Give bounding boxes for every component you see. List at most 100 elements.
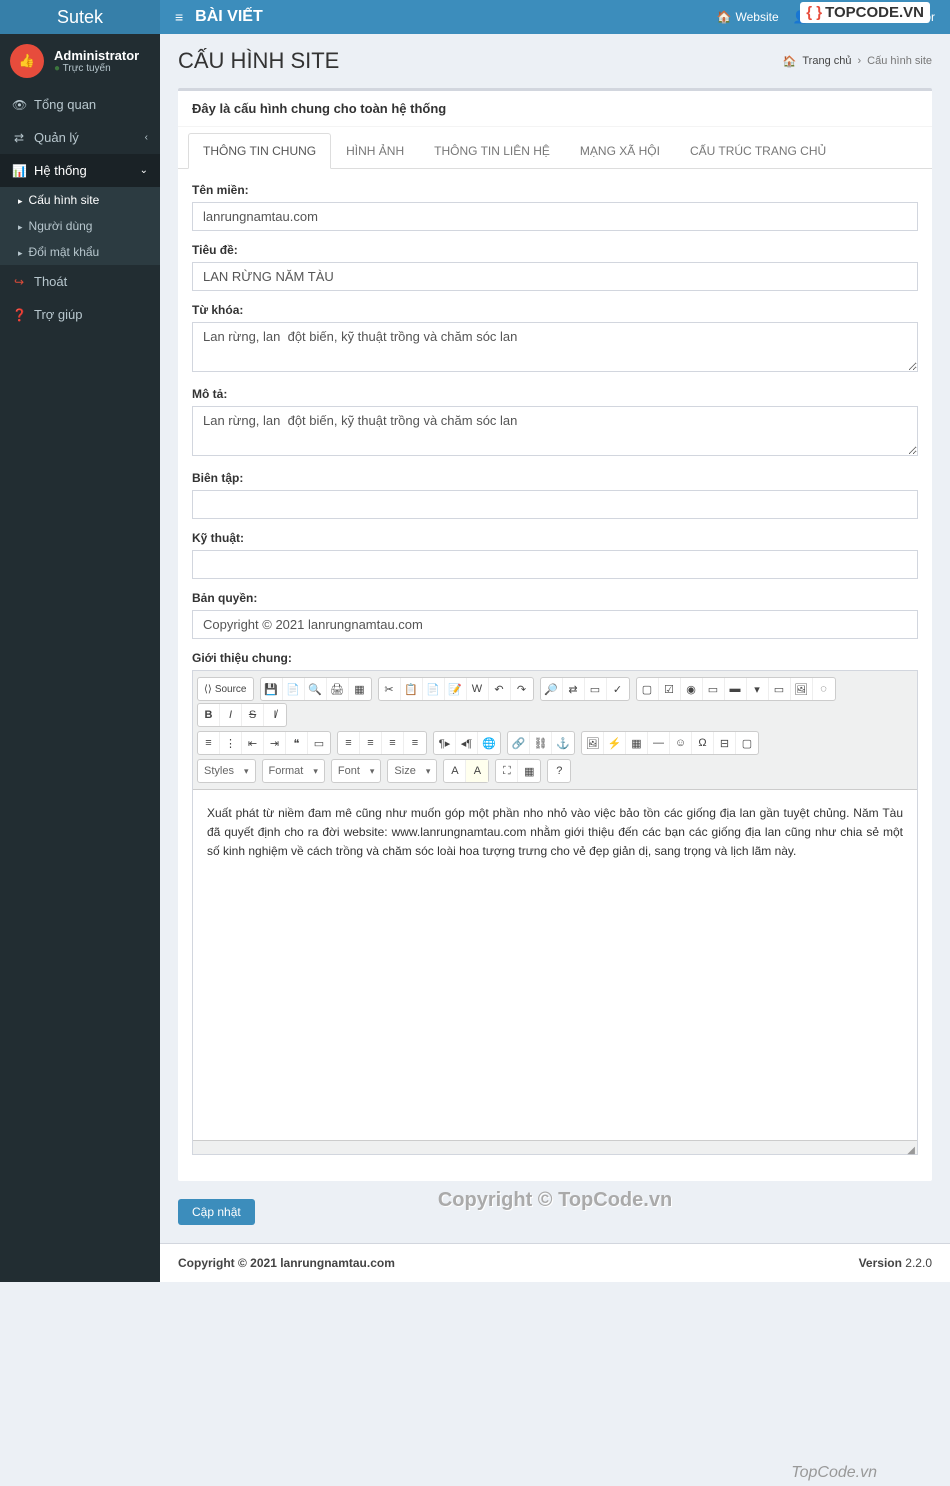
tech-label: Kỹ thuật: xyxy=(192,531,918,545)
undo-icon[interactable]: ↶ xyxy=(489,678,511,700)
replace-icon[interactable]: ⇄ xyxy=(563,678,585,700)
paste-text-icon[interactable]: 📝 xyxy=(445,678,467,700)
numberlist-icon[interactable]: ≡ xyxy=(198,732,220,754)
div-icon[interactable]: ▭ xyxy=(308,732,330,754)
tab-general[interactable]: THÔNG TIN CHUNG xyxy=(188,133,331,169)
pagebreak-icon[interactable]: ⊟ xyxy=(714,732,736,754)
newpage-icon[interactable]: 📄 xyxy=(283,678,305,700)
unlink-icon[interactable]: ⛓ xyxy=(530,732,552,754)
editor-input[interactable] xyxy=(192,490,918,519)
tab-image[interactable]: HÌNH ẢNH xyxy=(331,133,419,169)
rtl-icon[interactable]: ◂¶ xyxy=(456,732,478,754)
paste-word-icon[interactable]: W xyxy=(467,678,489,700)
submenu-change-password[interactable]: ▸Đổi mật khẩu xyxy=(0,239,160,265)
submit-button[interactable]: Cập nhật xyxy=(178,1199,255,1225)
alignright-icon[interactable]: ≡ xyxy=(382,732,404,754)
template-icon[interactable]: ▦ xyxy=(349,678,371,700)
editor-resize[interactable] xyxy=(193,1140,917,1154)
breadcrumb-current: Cấu hình site xyxy=(867,55,932,67)
copy-icon[interactable]: 📋 xyxy=(401,678,423,700)
form-icon[interactable]: ▢ xyxy=(637,678,659,700)
caret-icon: ▸ xyxy=(18,196,23,206)
dashboard-icon: 🏠 xyxy=(783,55,797,68)
justify-icon[interactable]: ≡ xyxy=(404,732,426,754)
aligncenter-icon[interactable]: ≡ xyxy=(360,732,382,754)
submenu-users[interactable]: ▸Người dùng xyxy=(0,213,160,239)
textfield-icon[interactable]: ▭ xyxy=(703,678,725,700)
title-input[interactable] xyxy=(192,262,918,291)
tab-structure[interactable]: CẤU TRÚC TRANG CHỦ xyxy=(675,133,841,169)
blockquote-icon[interactable]: ❝ xyxy=(286,732,308,754)
desc-input[interactable]: Lan rừng, lan đột biến, kỹ thuật trồng v… xyxy=(192,406,918,456)
website-link[interactable]: 🏠Website xyxy=(717,10,779,24)
chart-icon: 📊 xyxy=(12,164,26,178)
strike-icon[interactable]: S xyxy=(242,704,264,726)
preview-icon[interactable]: 🔍 xyxy=(305,678,327,700)
sidebar-item-manage[interactable]: ⇄Quản lý‹ xyxy=(0,121,160,154)
paste-icon[interactable]: 📄 xyxy=(423,678,445,700)
tab-social[interactable]: MẠNG XÃ HỘI xyxy=(565,133,675,169)
sidebar-item-overview[interactable]: 👁Tổng quan xyxy=(0,88,160,121)
cut-icon[interactable]: ✂ xyxy=(379,678,401,700)
chevron-left-icon: ‹ xyxy=(145,132,148,143)
smiley-icon[interactable]: ☺ xyxy=(670,732,692,754)
submenu-site-config[interactable]: ▸Cấu hình site xyxy=(0,187,160,213)
ltr-icon[interactable]: ¶▸ xyxy=(434,732,456,754)
eye-icon: 👁 xyxy=(12,98,26,112)
menu-toggle-icon[interactable]: ≡ xyxy=(175,9,183,25)
find-icon[interactable]: 🔎 xyxy=(541,678,563,700)
image-btn-icon[interactable]: 🖼 xyxy=(791,678,813,700)
save-icon[interactable]: 💾 xyxy=(261,678,283,700)
showblocks-icon[interactable]: ▦ xyxy=(518,760,540,782)
spellcheck-icon[interactable]: ✓ xyxy=(607,678,629,700)
format-select[interactable]: Format xyxy=(262,759,325,783)
radio-icon[interactable]: ◉ xyxy=(681,678,703,700)
textarea-icon[interactable]: ▬ xyxy=(725,678,747,700)
logo[interactable]: Sutek xyxy=(0,0,160,34)
hidden-icon[interactable]: ◌ xyxy=(813,678,835,700)
domain-label: Tên miền: xyxy=(192,183,918,197)
size-select[interactable]: Size xyxy=(387,759,437,783)
tech-input[interactable] xyxy=(192,550,918,579)
breadcrumb-home[interactable]: Trang chủ xyxy=(802,55,851,67)
specialchar-icon[interactable]: Ω xyxy=(692,732,714,754)
font-select[interactable]: Font xyxy=(331,759,382,783)
italic-icon[interactable]: I xyxy=(220,704,242,726)
copyright-input[interactable] xyxy=(192,610,918,639)
indent-icon[interactable]: ⇥ xyxy=(264,732,286,754)
table-icon[interactable]: ▦ xyxy=(626,732,648,754)
source-button[interactable]: ⟨⟩ Source xyxy=(198,678,253,700)
removeformat-icon[interactable]: I̸ xyxy=(264,704,286,726)
selectall-icon[interactable]: ▭ xyxy=(585,678,607,700)
styles-select[interactable]: Styles xyxy=(197,759,256,783)
domain-input[interactable] xyxy=(192,202,918,231)
flash-icon[interactable]: ⚡ xyxy=(604,732,626,754)
button-icon[interactable]: ▭ xyxy=(769,678,791,700)
bulletlist-icon[interactable]: ⋮ xyxy=(220,732,242,754)
link-icon[interactable]: 🔗 xyxy=(508,732,530,754)
image-icon[interactable]: 🖼 xyxy=(582,732,604,754)
hr-icon[interactable]: — xyxy=(648,732,670,754)
tab-contact[interactable]: THÔNG TIN LIÊN HỆ xyxy=(419,133,565,169)
alignleft-icon[interactable]: ≡ xyxy=(338,732,360,754)
redo-icon[interactable]: ↷ xyxy=(511,678,533,700)
bold-icon[interactable]: B xyxy=(198,704,220,726)
select-icon[interactable]: ▾ xyxy=(747,678,769,700)
language-icon[interactable]: 🌐 xyxy=(478,732,500,754)
outdent-icon[interactable]: ⇤ xyxy=(242,732,264,754)
iframe-icon[interactable]: ▢ xyxy=(736,732,758,754)
sidebar-item-system[interactable]: 📊Hệ thống⌄ xyxy=(0,154,160,187)
anchor-icon[interactable]: ⚓ xyxy=(552,732,574,754)
editor-body[interactable]: Xuất phát từ niềm đam mê cũng như muốn g… xyxy=(193,790,917,1140)
about-icon[interactable]: ? xyxy=(548,760,570,782)
maximize-icon[interactable]: ⛶ xyxy=(496,760,518,782)
print-icon[interactable]: 🖨 xyxy=(327,678,349,700)
bgcolor-icon[interactable]: A xyxy=(466,760,488,782)
textcolor-icon[interactable]: A xyxy=(444,760,466,782)
home-icon: 🏠 xyxy=(717,10,732,24)
sidebar-item-help[interactable]: ❓Trợ giúp xyxy=(0,298,160,331)
intro-label: Giới thiệu chung: xyxy=(192,651,918,665)
sidebar-item-logout[interactable]: ↪Thoát xyxy=(0,265,160,298)
keyword-input[interactable]: Lan rừng, lan đột biến, kỹ thuật trồng v… xyxy=(192,322,918,372)
checkbox-icon[interactable]: ☑ xyxy=(659,678,681,700)
